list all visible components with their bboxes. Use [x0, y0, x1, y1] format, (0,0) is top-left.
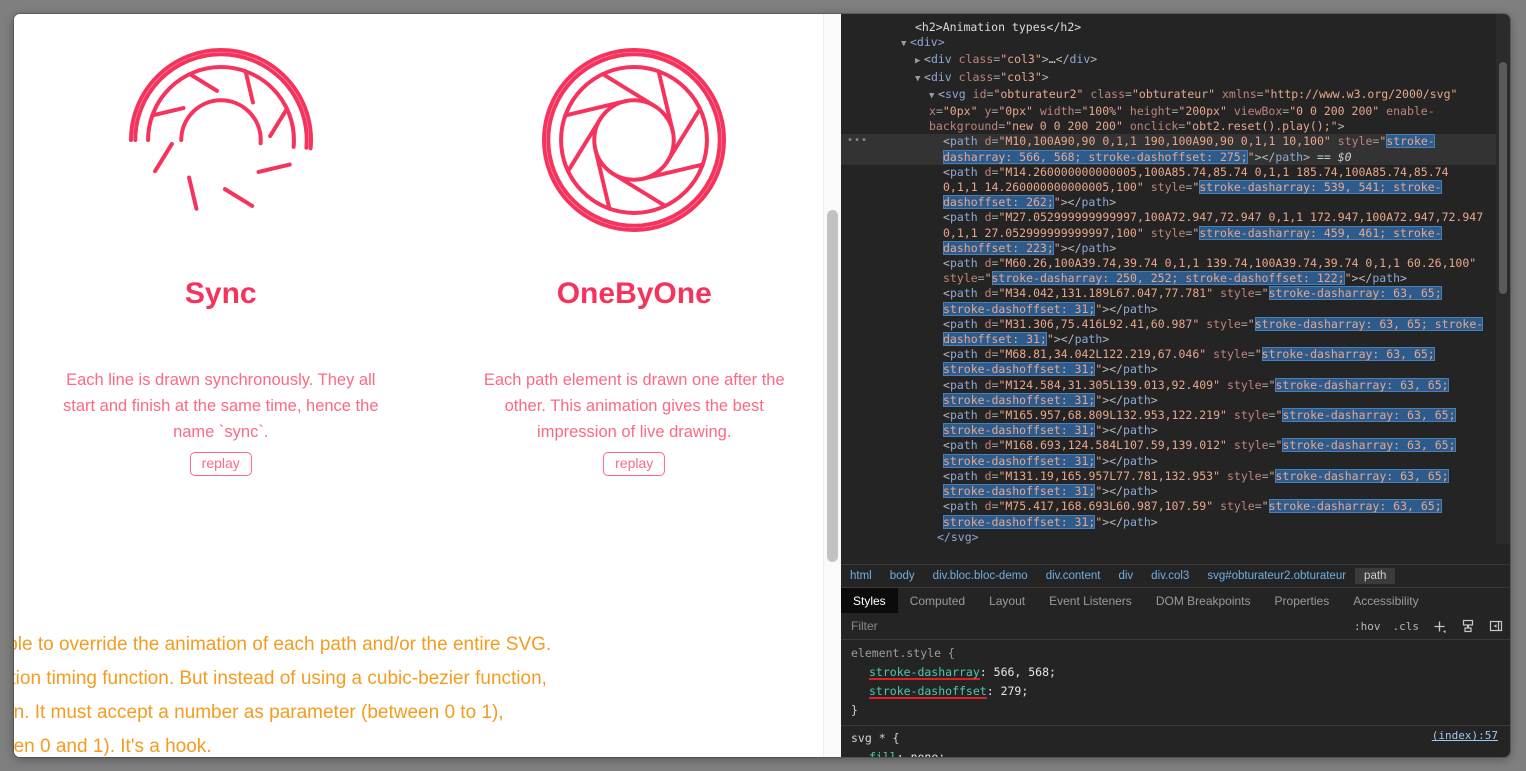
dom-line-svg-open[interactable]: ▼ <svg id="obturateur2" class="obturateur…: [841, 87, 1510, 135]
breadcrumb-item-bloc-demo[interactable]: div.bloc.bloc-demo: [924, 568, 1037, 584]
styles-pane[interactable]: element.style { stroke-dasharray: 566, 5…: [841, 640, 1510, 757]
page-bottom-paragraph: ssible to override the animation of each…: [14, 628, 841, 757]
animation-demo-columns: Sync Each line is drawn synchronously. T…: [14, 14, 842, 476]
property-name-stroke-dasharray[interactable]: stroke-dasharray: [869, 665, 980, 680]
aperture-svg-onebyone-wrap[interactable]: [428, 14, 842, 255]
styles-filter-input[interactable]: Filter: [841, 619, 1348, 633]
dom-tree[interactable]: <h2>Animation types</h2> ▼ <div> ▶ <div cl…: [841, 14, 1510, 544]
breadcrumb-item-col3[interactable]: div.col3: [1142, 568, 1198, 584]
breadcrumb-item-div[interactable]: div: [1109, 568, 1142, 584]
breadcrumb-item-svg[interactable]: svg#obturateur2.obturateur: [1198, 568, 1355, 584]
column-title-sync: Sync: [184, 277, 257, 310]
property-value-stroke-dasharray[interactable]: 566, 568;: [994, 665, 1056, 679]
aperture-icon-sync[interactable]: [121, 40, 321, 240]
demo-column-onebyone: OneByOne Each path element is drawn one …: [428, 14, 842, 476]
dom-line-path-3[interactable]: <path d="M27.052999999999997,100A72.947,…: [841, 210, 1510, 256]
declaration-stroke-dasharray[interactable]: stroke-dasharray: 566, 568;: [851, 663, 1500, 682]
dom-line-path-5[interactable]: <path d="M34.042,131.189L67.047,77.781" …: [841, 286, 1510, 316]
aperture-icon-onebyone[interactable]: [534, 40, 734, 240]
breadcrumb[interactable]: html body div.bloc.bloc-demo div.content…: [841, 564, 1510, 587]
dom-line-col3-open[interactable]: ▼ <div class="col3">: [841, 70, 1510, 87]
property-value-stroke-dashoffset[interactable]: 279;: [1001, 684, 1029, 698]
devtools-panel: <h2>Animation types</h2> ▼ <div> ▶ <div cl…: [841, 14, 1510, 757]
style-source-link[interactable]: (index):57: [1432, 726, 1498, 745]
expand-arrow-icon-3[interactable]: ▼: [929, 89, 938, 104]
dom-tree-scrollbar-thumb[interactable]: [1499, 62, 1507, 294]
styles-filter-bar[interactable]: Filter :hov .cls: [841, 613, 1510, 640]
rule-svg-star[interactable]: (index):57 svg * { fill: none; stroke: c…: [841, 725, 1510, 757]
browser-window: Sync Each line is drawn synchronously. T…: [14, 14, 1510, 757]
property-name-fill[interactable]: fill: [869, 750, 897, 757]
dom-line-path-10[interactable]: <path d="M168.693,124.584L107.59,139.012…: [841, 438, 1510, 468]
tab-layout[interactable]: Layout: [977, 588, 1037, 613]
dom-tree-scrollbar[interactable]: [1496, 14, 1510, 544]
devtools-sidebar-tabs[interactable]: Styles Computed Layout Event Listeners D…: [841, 587, 1510, 614]
element-state-icon[interactable]: [1454, 619, 1482, 633]
rule-element-style[interactable]: element.style { stroke-dasharray: 566, 5…: [841, 644, 1510, 720]
dom-line-path-6[interactable]: <path d="M31.306,75.416L92.41,60.987" st…: [841, 316, 1510, 347]
hov-toggle[interactable]: :hov: [1348, 620, 1387, 633]
rule-close-brace-1: }: [851, 703, 858, 717]
dom-line-path-9[interactable]: <path d="M165.957,68.809L132.953,122.219…: [841, 408, 1510, 438]
dom-line-h2[interactable]: <h2>Animation types</h2>: [841, 20, 1510, 35]
tab-dom-breakpoints[interactable]: DOM Breakpoints: [1144, 588, 1263, 613]
bottom-paragraph-line-1: ssible to override the animation of each…: [14, 634, 552, 655]
plus-icon[interactable]: [1425, 619, 1454, 634]
dom-line-path-4[interactable]: <path d="M60.26,100A39.74,39.74 0,1,1 13…: [841, 256, 1510, 286]
bottom-paragraph-line-3: ction. It must accept a number as parame…: [14, 702, 504, 723]
column-description-onebyone: Each path element is drawn one after the…: [483, 370, 785, 441]
page-scrollbar-thumb[interactable]: [827, 210, 838, 562]
dom-line-path-12[interactable]: <path d="M75.417,168.693L60.987,107.59" …: [841, 499, 1510, 529]
property-value-fill[interactable]: none;: [911, 750, 946, 757]
expand-arrow-icon-2[interactable]: ▼: [915, 72, 924, 87]
aperture-svg-sync-wrap[interactable]: [14, 14, 428, 255]
replay-button-onebyone[interactable]: replay: [603, 452, 666, 476]
dom-line-path-11[interactable]: <path d="M131.19,165.957L77.781,132.953"…: [841, 468, 1510, 499]
breadcrumb-item-path[interactable]: path: [1355, 568, 1396, 584]
bottom-paragraph-line-2: mation timing function. But instead of u…: [14, 668, 547, 689]
tab-styles[interactable]: Styles: [841, 588, 898, 613]
dom-line-path-2[interactable]: <path d="M14.260000000000005,100A85.74,8…: [841, 165, 1510, 211]
declaration-fill[interactable]: fill: none;: [851, 748, 1500, 757]
page-vertical-scrollbar[interactable]: [823, 14, 841, 757]
property-name-stroke-dashoffset[interactable]: stroke-dashoffset: [869, 684, 987, 699]
breadcrumb-item-body[interactable]: body: [881, 568, 924, 584]
column-title-onebyone: OneByOne: [556, 277, 712, 310]
rule-selector-svg-star: svg * {: [851, 731, 900, 745]
dom-line-col3-collapsed[interactable]: ▶ <div class="col3">…</div>: [841, 52, 1510, 69]
dom-line-div-open[interactable]: ▼ <div>: [841, 35, 1510, 52]
expand-arrow-icon[interactable]: ▼: [901, 37, 910, 52]
tab-properties[interactable]: Properties: [1263, 588, 1342, 613]
dom-line-path-7[interactable]: <path d="M68.81,34.042L122.219,67.046" s…: [841, 347, 1510, 377]
dom-line-path-8[interactable]: <path d="M124.584,31.305L139.013,92.409"…: [841, 377, 1510, 408]
web-page-viewport: Sync Each line is drawn synchronously. T…: [14, 14, 841, 757]
declaration-stroke-dashoffset[interactable]: stroke-dashoffset: 279;: [851, 682, 1500, 701]
breadcrumb-item-content[interactable]: div.content: [1037, 568, 1110, 584]
rule-selector-element-style: element.style {: [851, 646, 955, 660]
panel-toggle-icon[interactable]: [1482, 619, 1510, 633]
tab-event-listeners[interactable]: Event Listeners: [1037, 588, 1144, 613]
tab-computed[interactable]: Computed: [898, 588, 977, 613]
dom-line-path-selected[interactable]: <path d="M10,100A90,90 0,1,1 190,100A90,…: [841, 133, 1510, 165]
breadcrumb-item-html[interactable]: html: [841, 568, 881, 584]
cls-toggle[interactable]: .cls: [1387, 620, 1426, 633]
tab-accessibility[interactable]: Accessibility: [1341, 588, 1430, 613]
replay-button-sync[interactable]: replay: [189, 452, 252, 476]
demo-column-sync: Sync Each line is drawn synchronously. T…: [14, 14, 428, 476]
bottom-paragraph-line-4: tween 0 and 1). It's a hook.: [14, 736, 212, 757]
dom-line-svg-close[interactable]: </svg>: [841, 530, 1510, 544]
column-description-sync: Each line is drawn synchronously. They a…: [62, 370, 379, 441]
collapse-arrow-icon[interactable]: ▶: [915, 54, 924, 69]
